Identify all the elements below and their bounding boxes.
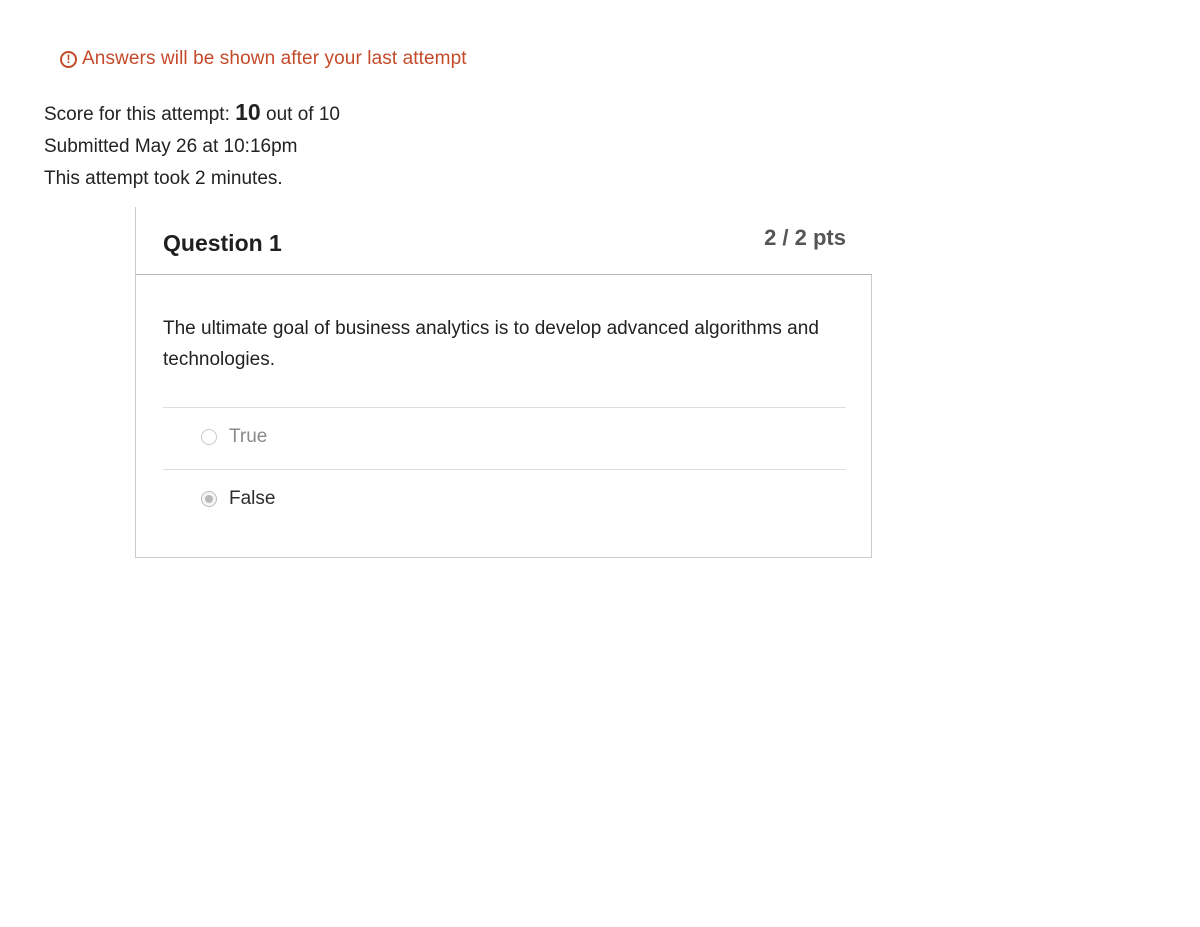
question-title: Question 1 [163, 230, 282, 256]
score-prefix: Score for this attempt: [44, 104, 236, 125]
duration-line: This attempt took 2 minutes. [44, 168, 283, 189]
answer-label: False [229, 488, 276, 509]
radio-selected-icon[interactable] [201, 491, 217, 507]
score-suffix: out of 10 [260, 104, 340, 125]
submitted-line: Submitted May 26 at 10:16pm [44, 136, 298, 157]
answer-label: True [229, 426, 268, 447]
notice-text: Answers will be shown after your last at… [82, 48, 467, 69]
attempt-summary: Score for this attempt: 10 out of 10 Sub… [44, 96, 340, 195]
score-value: 10 [235, 99, 261, 125]
question-header: Question 1 2 / 2 pts [135, 207, 872, 275]
question-body: The ultimate goal of business analytics … [135, 275, 872, 558]
score-line: Score for this attempt: 10 out of 10 [44, 96, 340, 131]
question-card: Question 1 2 / 2 pts The ultimate goal o… [135, 207, 872, 558]
answer-option-true[interactable]: True [163, 407, 846, 469]
question-points: 2 / 2 pts [764, 225, 846, 250]
answers-notice: ! Answers will be shown after your last … [60, 48, 467, 70]
answer-option-false[interactable]: False [163, 469, 846, 531]
question-text: The ultimate goal of business analytics … [163, 318, 819, 370]
radio-unselected-icon[interactable] [201, 429, 217, 445]
exclamation-circle-icon: ! [60, 50, 77, 68]
